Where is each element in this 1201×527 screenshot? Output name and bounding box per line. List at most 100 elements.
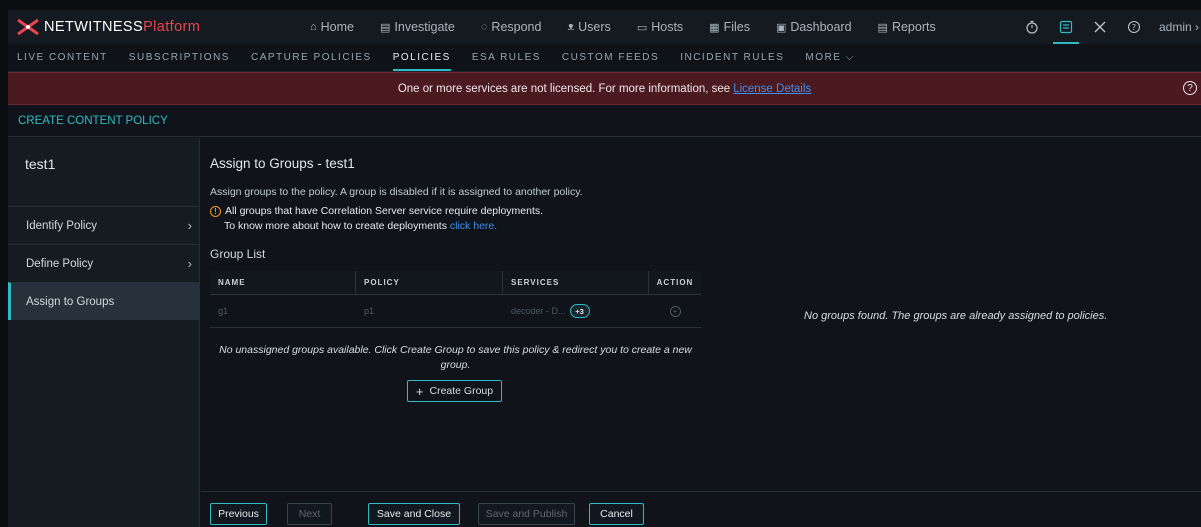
subnav-live-content[interactable]: LIVE CONTENT (17, 44, 108, 72)
previous-button[interactable]: Previous (210, 503, 267, 525)
subnav-custom-feeds[interactable]: CUSTOM FEEDS (562, 44, 659, 72)
users-icon: ᴥ (567, 21, 575, 33)
step-define-policy[interactable]: Define Policy › (8, 244, 200, 282)
save-and-publish-button[interactable]: Save and Publish (478, 503, 575, 525)
brand-primary: NETWITNESS (44, 19, 144, 35)
section-title: Assign to Groups - test1 (210, 156, 355, 171)
step-identify-policy-label: Identify Policy (26, 219, 97, 232)
step-assign-to-groups[interactable]: Assign to Groups (8, 282, 200, 320)
deployment-warning: ! All groups that have Correlation Serve… (210, 205, 543, 217)
user-menu[interactable]: admin › (1159, 20, 1199, 34)
nav-files[interactable]: ▦ Files (709, 20, 750, 34)
nav-dashboard[interactable]: ▣ Dashboard (776, 20, 852, 34)
files-icon: ▦ (709, 21, 720, 34)
deployment-help: To know more about how to create deploym… (224, 220, 497, 232)
services-text: decoder - D... (511, 306, 566, 316)
license-details-link[interactable]: License Details (733, 83, 811, 95)
nav-respond-label: Respond (491, 20, 542, 34)
next-button[interactable]: Next (287, 503, 332, 525)
main-content: Assign to Groups - test1 Assign groups t… (201, 138, 1201, 480)
save-and-close-button[interactable]: Save and Close (368, 503, 460, 525)
add-circle-icon: + (669, 305, 681, 317)
nav-reports[interactable]: ▤ Reports (878, 20, 936, 34)
warning-line-2: To know more about how to create deploym… (224, 220, 447, 232)
nav-hosts-label: Hosts (651, 20, 684, 34)
nav-home-label: Home (320, 20, 354, 34)
nav-files-label: Files (723, 20, 750, 34)
nav-investigate[interactable]: ▤ Investigate (380, 20, 455, 34)
nav-reports-label: Reports (891, 20, 936, 34)
subnav-subscriptions[interactable]: SUBSCRIPTIONS (129, 44, 230, 72)
chevron-down-icon: ⌵ (845, 52, 855, 63)
group-action-cell: + (649, 305, 701, 317)
plus-icon: + (415, 383, 424, 399)
wizard-footer: Previous Next Save and Close Save and Pu… (201, 491, 1201, 527)
no-groups-message: No groups found. The groups are already … (804, 310, 1108, 322)
create-group-button[interactable]: + Create Group (407, 380, 502, 402)
main-nav: ⌂ Home ▤ Investigate ◌ Respond ᴥ Users ▭ Host… (310, 20, 962, 34)
reports-icon: ▤ (877, 21, 888, 34)
header-tools: ? admin › (1013, 10, 1201, 44)
warning-line-1: All groups that have Correlation Server … (225, 205, 544, 217)
dashboard-icon: ▣ (775, 21, 787, 34)
investigate-icon: ▤ (380, 21, 391, 34)
chevron-right-icon: › (1195, 20, 1199, 34)
column-services[interactable]: SERVICES (503, 270, 649, 295)
policy-name: test1 (25, 156, 56, 172)
admin-tools-icon[interactable] (1085, 10, 1115, 44)
subnav-more[interactable]: MORE ⌵ (805, 44, 854, 72)
nav-hosts[interactable]: ▭ Hosts (637, 20, 683, 34)
hosts-icon: ▭ (636, 21, 648, 34)
nav-respond[interactable]: ◌ Respond (481, 20, 542, 34)
group-list-label: Group List (210, 247, 266, 261)
subnav-policies[interactable]: POLICIES (392, 44, 451, 72)
step-define-policy-label: Define Policy (26, 257, 94, 270)
stopwatch-icon[interactable] (1017, 10, 1047, 44)
chevron-right-icon: › (187, 218, 192, 233)
nav-investigate-label: Investigate (394, 20, 455, 34)
config-subnav: LIVE CONTENT SUBSCRIPTIONS CAPTURE POLIC… (8, 44, 1201, 72)
subnav-incident-rules[interactable]: INCIDENT RULES (680, 44, 784, 72)
nav-users[interactable]: ᴥ Users (567, 20, 610, 34)
step-identify-policy[interactable]: Identify Policy › (8, 206, 200, 244)
subnav-capture-policies[interactable]: CAPTURE POLICIES (251, 44, 372, 72)
page-title: CREATE CONTENT POLICY (8, 105, 1201, 137)
user-menu-label: admin (1158, 20, 1192, 34)
configure-icon[interactable] (1051, 10, 1081, 44)
column-action: ACTION (656, 278, 694, 287)
group-name-cell: g1 (218, 306, 229, 316)
group-table: NAME POLICY SERVICES ACTION g1 p1 decode… (210, 270, 701, 328)
deployment-help-link[interactable]: click here. (450, 220, 497, 232)
services-more-badge[interactable]: +3 (569, 304, 590, 318)
no-unassigned-message: No unassigned groups available. Click Cr… (219, 344, 692, 371)
app-window: NETWITNESSPlatform ⌂ Home ▤ Investigate ◌ R… (8, 10, 1201, 527)
subnav-esa-rules[interactable]: ESA RULES (472, 44, 541, 72)
top-bar: NETWITNESSPlatform ⌂ Home ▤ Investigate ◌ R… (8, 10, 1201, 44)
respond-icon: ◌ (480, 21, 488, 33)
subnav-more-label: MORE (805, 52, 842, 63)
nav-home[interactable]: ⌂ Home (310, 20, 354, 34)
help-icon[interactable]: ? (1119, 10, 1149, 44)
group-policy-cell: p1 (364, 306, 375, 316)
banner-help-icon[interactable]: ? (1183, 81, 1197, 95)
create-group-label: Create Group (429, 385, 494, 397)
table-row: g1 p1 decoder - D... +3 + (210, 295, 701, 328)
chevron-right-icon: › (187, 256, 192, 271)
brand-text: NETWITNESSPlatform (44, 19, 200, 35)
home-icon: ⌂ (310, 21, 317, 33)
license-banner-text: One or more services are not licensed. F… (397, 82, 731, 95)
cancel-button[interactable]: Cancel (589, 503, 644, 525)
netwitness-logo-icon (16, 17, 40, 37)
table-header: NAME POLICY SERVICES ACTION (210, 270, 701, 295)
column-name[interactable]: NAME (210, 270, 356, 295)
license-banner: One or more services are not licensed. F… (8, 72, 1201, 105)
logo[interactable]: NETWITNESSPlatform (16, 17, 276, 37)
column-policy[interactable]: POLICY (356, 270, 503, 295)
section-description: Assign groups to the policy. A group is … (210, 186, 583, 198)
svg-text:?: ? (1132, 23, 1136, 32)
nav-users-label: Users (578, 20, 611, 34)
warning-icon: ! (210, 205, 221, 217)
step-assign-to-groups-label: Assign to Groups (26, 295, 115, 308)
nav-dashboard-label: Dashboard (790, 20, 852, 34)
group-services-cell: decoder - D... +3 (503, 304, 649, 318)
